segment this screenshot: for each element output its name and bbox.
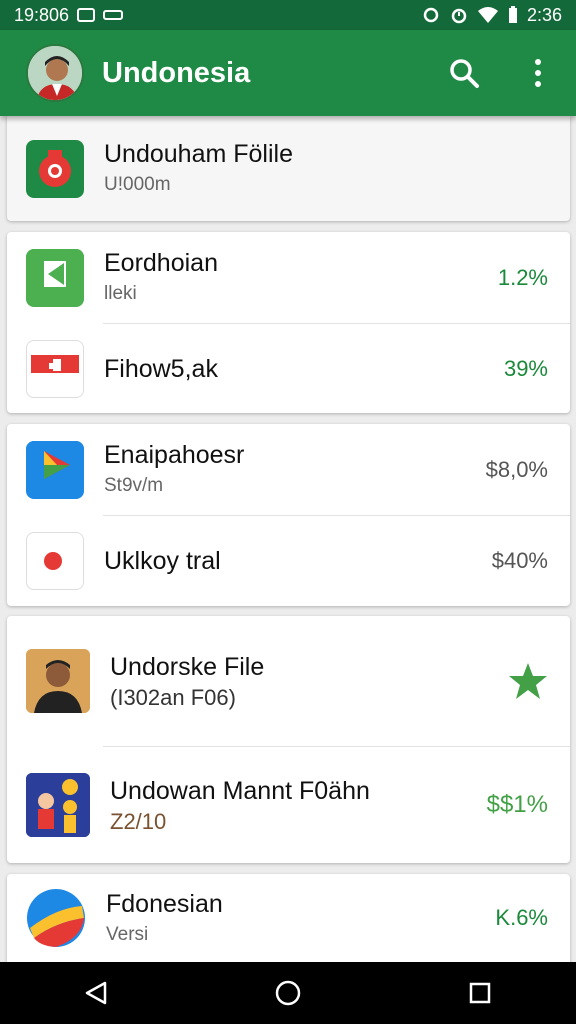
item-title: Undowan Mannt F0ähn (110, 776, 370, 805)
back-icon (85, 981, 107, 1005)
home-button[interactable] (258, 963, 318, 1023)
item-subtitle: lleki (104, 283, 137, 304)
item-value: K.6% (495, 905, 548, 930)
home-icon (275, 980, 301, 1006)
item-title: Uklkoy tral (104, 547, 221, 575)
item-value: $8,0% (485, 456, 548, 482)
list-card: Fdonesian Versi K.6% (7, 874, 570, 962)
list-item[interactable]: Undowan Mannt F0ähn Z2/10 $$1% (26, 746, 570, 863)
item-subtitle: Versi (106, 923, 149, 945)
item-title: Eordhoian (104, 249, 218, 277)
recents-icon (469, 982, 491, 1004)
list-card: Enaipahoesr St9v/m $8,0% Uklkoy tral $40… (7, 424, 570, 606)
status-bar: 19:806 2:36 (0, 0, 576, 30)
item-title: Enaipahoesr (104, 441, 245, 469)
more-options-button[interactable] (518, 53, 558, 93)
battery-icon (508, 6, 517, 23)
man-photo-icon (26, 649, 90, 713)
item-title: Undorske File (110, 652, 265, 681)
search-icon (450, 59, 479, 88)
list-card: Undorske File (I302an F06) Undowan Mannt… (7, 616, 570, 863)
list-item[interactable]: Undouham Fölile U!000m (7, 116, 570, 221)
favorite-star-button[interactable] (508, 661, 548, 701)
search-button[interactable] (444, 53, 484, 93)
list-item[interactable]: Fdonesian Versi K.6% (7, 874, 570, 962)
item-title: Fdonesian (106, 889, 223, 918)
item-title: Fihow5,ak (104, 354, 218, 383)
red-flag-icon (26, 339, 84, 398)
item-subtitle: (I302an F06) (110, 684, 236, 710)
blue-play-icon (26, 440, 84, 499)
person-avatar[interactable] (26, 44, 84, 102)
list-item[interactable]: Enaipahoesr St9v/m $8,0% (7, 424, 570, 515)
wifi-icon (477, 7, 498, 23)
item-value: $40% (491, 548, 548, 573)
illustration-icon (26, 773, 90, 837)
item-value: 39% (503, 355, 548, 381)
content-list[interactable]: Undouham Fölile U!000m Eordhoian lleki 1… (0, 116, 576, 962)
item-value: $$1% (486, 791, 548, 818)
recents-button[interactable] (450, 963, 510, 1023)
item-subtitle: St9v/m (104, 475, 164, 496)
globe-icon (26, 888, 86, 948)
list-item[interactable]: Undorske File (I302an F06) (7, 616, 570, 746)
list-item[interactable]: Fihow5,ak 39% (26, 323, 570, 413)
star-icon (509, 663, 547, 699)
item-subtitle: U!000m (104, 174, 171, 195)
more-vertical-icon (535, 59, 541, 87)
alarm-icon (451, 8, 467, 24)
red-badge-icon (26, 139, 84, 198)
app-bar: Undonesia (0, 30, 576, 116)
item-subtitle: Z2/10 (110, 808, 167, 834)
navigation-bar (0, 962, 576, 1024)
green-chat-icon (26, 248, 84, 307)
status-time-left: 19:806 (14, 4, 70, 25)
list-card: Undouham Fölile U!000m (7, 116, 570, 221)
list-item[interactable]: Eordhoian lleki 1.2% (7, 232, 570, 323)
list-card: Eordhoian lleki 1.2% Fihow5,ak 39% (7, 232, 570, 413)
list-item[interactable]: Uklkoy tral $40% (26, 515, 570, 606)
image-notification-icon (77, 8, 96, 22)
back-button[interactable] (66, 963, 126, 1023)
item-title: Undouham Fölile (104, 140, 293, 168)
message-notification-icon (103, 10, 124, 20)
app-title: Undonesia (102, 56, 251, 89)
vibrate-icon (423, 7, 439, 23)
red-dot-flag-icon (26, 532, 84, 590)
status-time-right: 2:36 (526, 4, 562, 25)
item-value: 1.2% (497, 264, 548, 290)
